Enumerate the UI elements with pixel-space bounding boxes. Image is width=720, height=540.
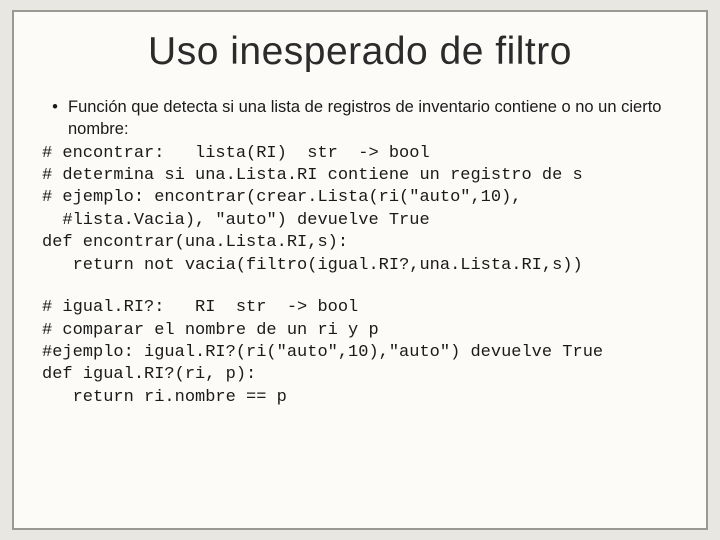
code-block-2: # igual.RI?: RI str -> bool # comparar e… [42,297,678,409]
slide-content: • Función que detecta si una lista de re… [42,96,678,409]
slide-title: Uso inesperado de filtro [42,30,678,74]
slide-frame: Uso inesperado de filtro • Función que d… [12,10,708,530]
bullet-item: • Función que detecta si una lista de re… [42,96,678,141]
code-block-1: # encontrar: lista(RI) str -> bool # det… [42,143,678,278]
bullet-text: Función que detecta si una lista de regi… [68,96,678,141]
bullet-marker: • [42,96,68,141]
